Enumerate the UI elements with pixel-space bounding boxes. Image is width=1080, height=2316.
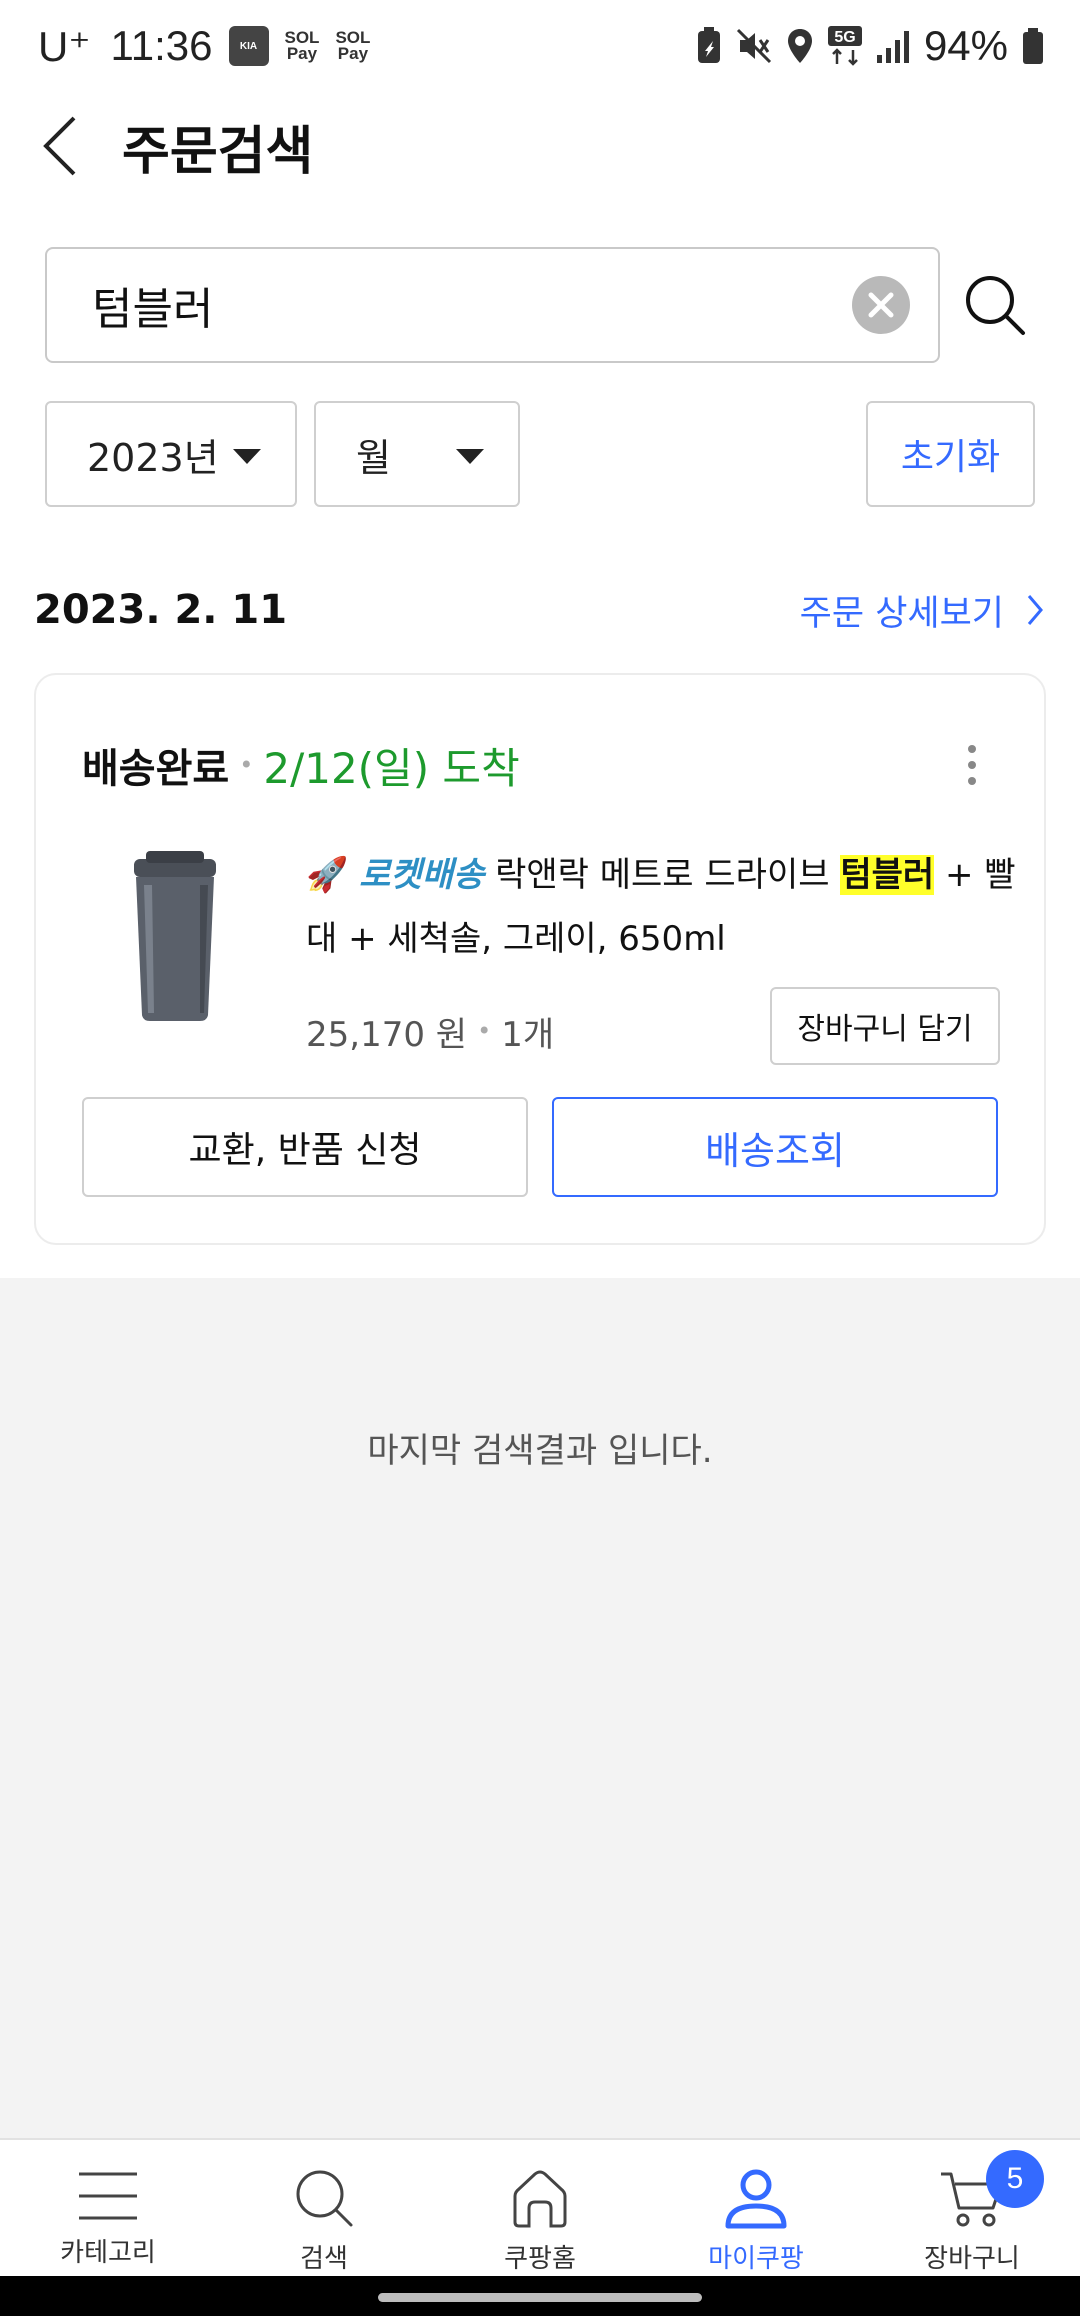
results-end-area: 마지막 검색결과 입니다.: [0, 1278, 1080, 2140]
location-icon: [787, 29, 812, 63]
clock: 11:36: [110, 22, 213, 69]
product-quantity: 1개: [501, 1014, 555, 1055]
month-select-value: 월: [356, 435, 391, 480]
nav-label-mycoupang: 마이쿠팡: [708, 2244, 804, 2274]
search-button[interactable]: [946, 247, 1045, 363]
nav-label-search: 검색: [300, 2244, 348, 2274]
caret-down-icon: [456, 449, 484, 464]
nav-item-search[interactable]: 검색: [216, 2140, 432, 2276]
track-delivery-button[interactable]: 배송조회: [552, 1097, 998, 1197]
search-icon: [966, 276, 1026, 335]
product-name: 락앤락 메트로 드라이브: [495, 855, 830, 895]
price-row: 25,170 원 • 1개: [306, 991, 554, 1071]
exchange-return-button[interactable]: 교환, 반품 신청: [82, 1097, 528, 1197]
kia-connect-icon: KIA: [228, 26, 269, 66]
home-gesture-handle[interactable]: [378, 2293, 702, 2302]
network-label: 5G: [834, 29, 855, 46]
nav-item-category[interactable]: 카테고리: [0, 2140, 216, 2276]
signal-icon: [876, 31, 909, 63]
product-title: 🚀 로켓배송 락앤락 메트로 드라이브 텀블러 + 빨대 + 세척솔, 그레이,…: [306, 843, 1026, 971]
battery-icon: [1023, 28, 1043, 64]
nav-label-cart: 장바구니: [924, 2244, 1020, 2274]
filter-row: 2023년 월 초기화: [45, 401, 1035, 507]
sol-pay-icon: SOL Pay: [284, 28, 320, 63]
user-icon: [725, 2169, 787, 2229]
order-date-row: 2023. 2. 11 주문 상세보기: [34, 570, 1044, 650]
product-thumbnail[interactable]: [116, 845, 236, 1025]
month-select[interactable]: 월: [314, 401, 520, 507]
chevron-left-icon: [43, 116, 76, 176]
dot-1: [968, 745, 976, 753]
order-status-row: 배송완료 • 2/12(일) 도착: [82, 735, 992, 795]
nav-item-cart[interactable]: 장바구니 5: [864, 2140, 1080, 2276]
rocket-delivery-badge: 로켓배송: [359, 855, 485, 895]
end-of-results-message: 마지막 검색결과 입니다.: [367, 1431, 713, 1471]
separator-dot: •: [239, 751, 254, 779]
nav-label-home: 쿠팡홈: [504, 2244, 576, 2274]
search-term-highlight: 텀블러: [840, 855, 935, 895]
app-header: 주문검색: [0, 92, 1080, 200]
close-icon: [868, 292, 894, 318]
carrier-label: U⁺: [38, 22, 91, 70]
dot-3: [968, 777, 976, 785]
year-select-value: 2023년: [87, 435, 219, 480]
search-row: [45, 247, 1045, 363]
search-box: [45, 247, 940, 363]
nav-label-category: 카테고리: [60, 2238, 156, 2268]
system-gesture-bar: [0, 2276, 1080, 2316]
chevron-right-icon: [1027, 595, 1043, 625]
order-detail-link[interactable]: 주문 상세보기: [800, 585, 1044, 636]
add-to-cart-button[interactable]: 장바구니 담기: [770, 987, 1000, 1065]
home-icon: [513, 2170, 567, 2228]
rocket-icon: 🚀: [306, 855, 349, 895]
nav-item-home[interactable]: 쿠팡홈: [432, 2140, 648, 2276]
status-bar: U⁺ 11:36 KIA SOL Pay SOL Pay 5G 94%: [0, 0, 1080, 92]
battery-saver-icon: [697, 27, 720, 63]
order-date: 2023. 2. 11: [34, 587, 288, 633]
search-icon: [296, 2170, 353, 2227]
network-5g-icon: 5G: [827, 26, 862, 66]
search-input[interactable]: [92, 279, 852, 331]
sol-pay-icon-2: SOL Pay: [335, 28, 371, 63]
delivery-status: 배송완료: [82, 746, 230, 792]
more-options-button[interactable]: [952, 735, 992, 795]
menu-icon: [79, 2172, 137, 2220]
product-info[interactable]: 🚀 로켓배송 락앤락 메트로 드라이브 텀블러 + 빨대 + 세척솔, 그레이,…: [306, 843, 1026, 971]
battery-percent: 94%: [923, 22, 1008, 69]
order-detail-label: 주문 상세보기: [799, 593, 1004, 634]
separator-dot: •: [477, 1017, 492, 1045]
cart-count-badge: 5: [986, 2150, 1044, 2208]
caret-down-icon: [233, 449, 261, 464]
nav-item-mycoupang[interactable]: 마이쿠팡: [648, 2140, 864, 2276]
reset-button[interactable]: 초기화: [866, 401, 1035, 507]
order-card: 배송완료 • 2/12(일) 도착 🚀 로켓배송 락앤락 메트로 드라이브 텀블…: [34, 673, 1046, 1245]
page-title: 주문검색: [122, 121, 314, 182]
bottom-navigation: 카테고리 검색 쿠팡홈 마이쿠팡 장바구니 5: [0, 2138, 1080, 2276]
arrival-date: 2/12(일) 도착: [263, 743, 520, 793]
back-button[interactable]: [0, 92, 120, 200]
mute-icon: [736, 28, 771, 64]
product-price: 25,170 원: [306, 1014, 468, 1055]
dot-2: [968, 761, 976, 769]
year-select[interactable]: 2023년: [45, 401, 297, 507]
clear-search-button[interactable]: [851, 276, 910, 334]
